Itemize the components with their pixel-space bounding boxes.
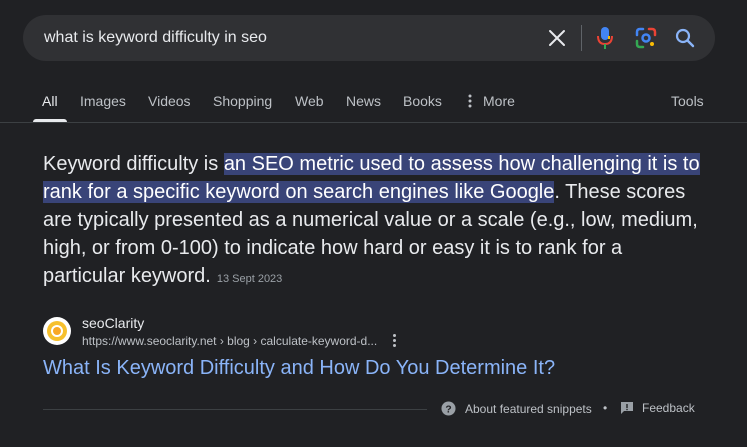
footer-separator: •	[603, 401, 608, 415]
tab-images[interactable]: Images	[80, 93, 126, 109]
tab-videos[interactable]: Videos	[148, 93, 191, 109]
svg-text:?: ?	[445, 404, 451, 415]
snippet-date: 13 Sept 2023	[216, 273, 283, 285]
snippet-lead: Keyword difficulty is	[43, 153, 224, 175]
search-icon[interactable]	[670, 23, 700, 53]
tab-shopping[interactable]: Shopping	[213, 93, 272, 109]
search-tabs: All Images Videos Shopping Web News Book…	[0, 84, 747, 122]
about-featured-snippets-label: About featured snippets	[465, 401, 592, 416]
tab-all[interactable]: All	[42, 93, 58, 109]
search-results-page: All Images Videos Shopping Web News Book…	[0, 0, 747, 447]
about-featured-snippets-button[interactable]: ? About featured snippets	[441, 401, 592, 416]
tab-more[interactable]: More	[468, 93, 515, 109]
featured-snippet-text: Keyword difficulty is an SEO metric used…	[43, 150, 703, 293]
site-name: seoClarity	[82, 315, 145, 331]
feedback-label: Feedback	[642, 401, 695, 415]
result-title-link[interactable]: What Is Keyword Difficulty and How Do Yo…	[43, 357, 555, 380]
site-url: https://www.seoclarity.net › blog › calc…	[82, 334, 378, 348]
feedback-button[interactable]: Feedback	[620, 401, 695, 415]
search-bar	[23, 15, 715, 61]
feedback-icon	[621, 402, 633, 414]
site-favicon	[43, 317, 71, 345]
tabs-divider	[0, 122, 747, 123]
google-lens-icon[interactable]	[631, 23, 661, 53]
search-input[interactable]	[44, 15, 524, 61]
tab-books[interactable]: Books	[403, 93, 442, 109]
microphone-icon[interactable]	[590, 23, 620, 53]
clear-icon[interactable]	[542, 23, 572, 53]
tab-web[interactable]: Web	[295, 93, 324, 109]
tools-button[interactable]: Tools	[671, 93, 704, 109]
result-options-icon[interactable]	[388, 332, 400, 348]
tab-more-label: More	[483, 93, 515, 109]
tab-news[interactable]: News	[346, 93, 381, 109]
search-bar-divider	[581, 25, 582, 51]
more-vert-icon	[468, 94, 472, 108]
footer-divider	[43, 409, 427, 410]
help-icon: ?	[441, 401, 456, 416]
